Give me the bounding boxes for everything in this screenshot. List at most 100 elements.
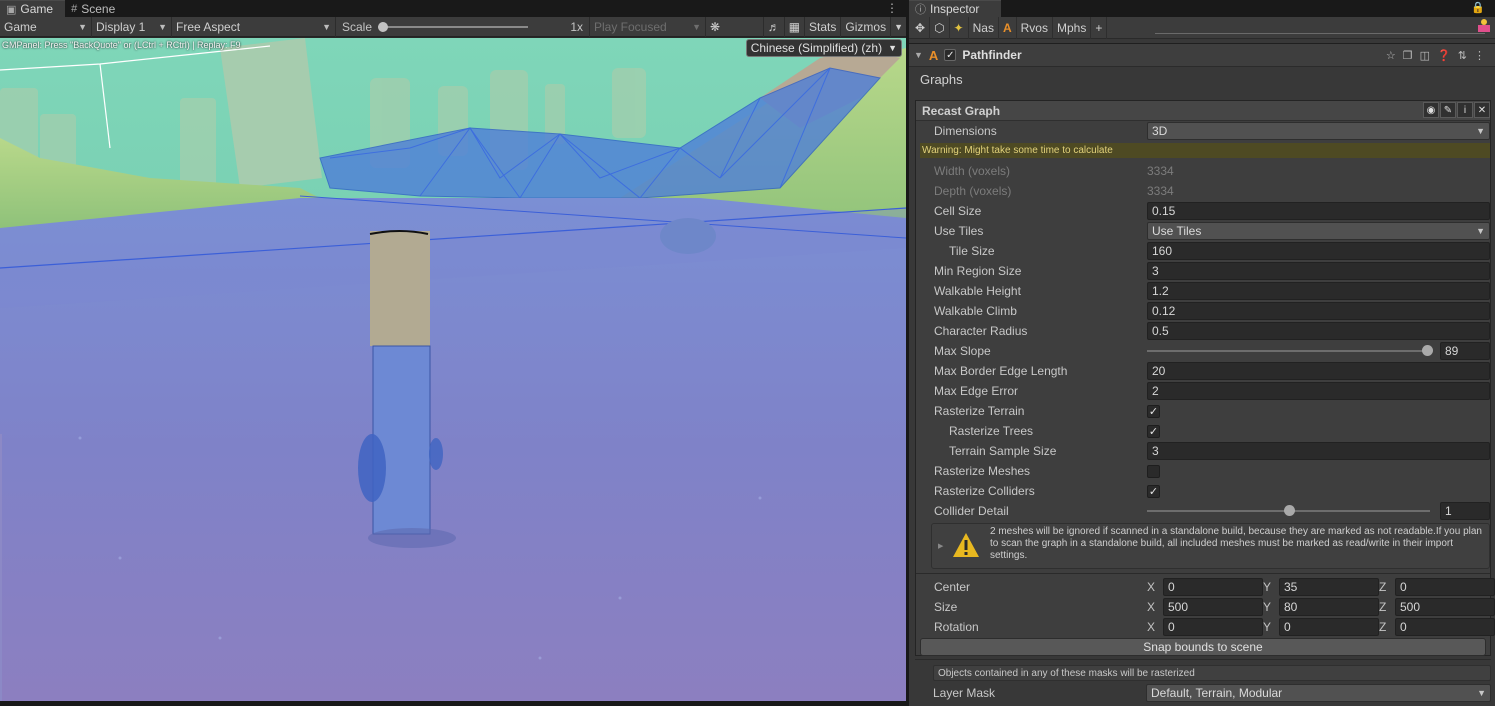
walkable-climb-field[interactable]: 0.12 bbox=[1147, 302, 1490, 320]
toolbar-divider-line bbox=[1155, 33, 1485, 34]
tab-game[interactable]: ▣ Game bbox=[0, 0, 66, 17]
rasterize-colliders-checkbox[interactable]: ✓ bbox=[1147, 484, 1160, 498]
max-border-edge-field[interactable]: 20 bbox=[1147, 362, 1490, 380]
tab-scene[interactable]: # Scene bbox=[65, 0, 127, 17]
layer-mask-row: Layer Mask Default, Terrain, Modular ▼ bbox=[915, 683, 1491, 703]
max-slope-row: Max Slope 89 bbox=[916, 341, 1490, 361]
rotation-y: Y0 bbox=[1263, 618, 1379, 636]
recast-graph-header[interactable]: Recast Graph ◉ ✎ i ✕ bbox=[916, 101, 1490, 121]
layer-mask-dropdown[interactable]: Default, Terrain, Modular ▼ bbox=[1146, 684, 1491, 702]
max-slope-slider-thumb[interactable] bbox=[1421, 345, 1433, 356]
game-viewport[interactable]: GMPanel: Press "BackQuote" or (LCtrl + R… bbox=[0, 38, 906, 701]
component-enabled-checkbox[interactable]: ✓ bbox=[944, 49, 957, 61]
game-more-menu-icon[interactable]: ⋮ bbox=[886, 1, 898, 15]
center-x-field[interactable]: 0 bbox=[1163, 578, 1263, 596]
toolbar-item-add[interactable]: + bbox=[1091, 16, 1108, 39]
rotation-z-field[interactable]: 0 bbox=[1395, 618, 1495, 636]
tab-inspector[interactable]: ⓘ Inspector bbox=[909, 0, 1002, 17]
language-dropdown[interactable]: Chinese (Simplified) (zh) ▼ bbox=[745, 39, 902, 57]
move-tool-icon[interactable]: ✥ bbox=[911, 16, 931, 39]
dimensions-dropdown[interactable]: 3D ▼ bbox=[1147, 122, 1490, 140]
copy-icon[interactable]: ❐ bbox=[1403, 49, 1413, 62]
character-radius-row: Character Radius 0.5 bbox=[916, 321, 1490, 341]
max-edge-error-field[interactable]: 2 bbox=[1147, 382, 1490, 400]
walkable-height-field[interactable]: 1.2 bbox=[1147, 282, 1490, 300]
bug-icon[interactable]: ❋ bbox=[706, 17, 724, 37]
width-voxels-row: Width (voxels) 3334 bbox=[934, 164, 1174, 178]
lock-icon[interactable]: 🔒 bbox=[1471, 1, 1485, 14]
rasterize-meshes-checkbox[interactable] bbox=[1147, 464, 1160, 478]
size-y-field[interactable]: 80 bbox=[1279, 598, 1379, 616]
stats-button[interactable]: Stats bbox=[804, 16, 840, 37]
section-separator bbox=[916, 573, 1490, 574]
keyboard-icon[interactable]: ▦ bbox=[783, 16, 804, 37]
center-x: X0 bbox=[1147, 578, 1263, 596]
tile-size-field[interactable]: 160 bbox=[1147, 242, 1490, 260]
scale-slider[interactable] bbox=[378, 21, 529, 32]
aspect-dropdown[interactable]: Free Aspect ▼ bbox=[172, 16, 336, 37]
info-icon[interactable]: i bbox=[1457, 102, 1473, 118]
audio-mute-icon[interactable]: ♬ bbox=[762, 16, 784, 37]
display-dropdown[interactable]: Display 1 ▼ bbox=[92, 16, 172, 37]
save-icon[interactable]: ◫ bbox=[1420, 49, 1430, 62]
walkable-height-row: Walkable Height 1.2 bbox=[916, 281, 1490, 301]
help-icon[interactable]: ❓ bbox=[1437, 49, 1451, 62]
astar-logo-icon[interactable]: A bbox=[999, 16, 1017, 39]
collab-badge-icon[interactable] bbox=[1477, 17, 1491, 33]
rotation-x-field[interactable]: 0 bbox=[1163, 618, 1263, 636]
center-y-field[interactable]: 35 bbox=[1279, 578, 1379, 596]
rasterize-trees-checkbox[interactable]: ✓ bbox=[1147, 424, 1160, 438]
eye-icon[interactable]: ◉ bbox=[1423, 102, 1439, 118]
toolbar-item-rvos[interactable]: Rvos bbox=[1017, 16, 1053, 39]
section-separator bbox=[915, 659, 1491, 660]
inspector-tabbar: ⓘ Inspector 🔒 bbox=[909, 0, 1495, 17]
min-region-field[interactable]: 3 bbox=[1147, 262, 1490, 280]
chevron-down-icon: ▼ bbox=[1476, 126, 1485, 136]
chevron-down-icon: ▼ bbox=[322, 21, 331, 32]
foldout-arrow-icon[interactable]: ▼ bbox=[914, 50, 923, 60]
gizmos-button[interactable]: Gizmos bbox=[840, 16, 890, 37]
inspector-toolbar: ✥ ⬡ ✦ Nas A Rvos Mphs + bbox=[909, 16, 1495, 39]
pencil-icon[interactable]: ✎ bbox=[1440, 102, 1456, 118]
max-slope-field[interactable]: 89 bbox=[1440, 342, 1490, 360]
cell-size-field[interactable]: 0.15 bbox=[1147, 202, 1490, 220]
collider-detail-slider-thumb[interactable] bbox=[1283, 505, 1295, 516]
size-x-field[interactable]: 500 bbox=[1163, 598, 1263, 616]
character-radius-field[interactable]: 0.5 bbox=[1147, 322, 1490, 340]
gizmos-dropdown-chevron-icon[interactable]: ▼ bbox=[890, 16, 906, 37]
rotation-row: Rotation X0 Y0 Z0 bbox=[916, 617, 1495, 637]
use-tiles-dropdown[interactable]: Use Tiles ▼ bbox=[1147, 222, 1490, 240]
rasterize-terrain-row: Rasterize Terrain ✓ bbox=[934, 404, 1160, 418]
chevron-down-icon: ▼ bbox=[1477, 688, 1486, 698]
max-slope-slider[interactable] bbox=[1147, 342, 1433, 360]
preset-icon[interactable]: ⇅ bbox=[1458, 49, 1467, 62]
collider-detail-slider[interactable] bbox=[1147, 502, 1430, 520]
snap-bounds-button[interactable]: Snap bounds to scene bbox=[920, 638, 1486, 656]
toolbar-item-mphs[interactable]: Mphs bbox=[1053, 16, 1092, 39]
chevron-down-icon: ▼ bbox=[692, 21, 701, 32]
collider-detail-field[interactable]: 1 bbox=[1440, 502, 1490, 520]
close-icon[interactable]: ✕ bbox=[1474, 102, 1490, 118]
rasterize-terrain-checkbox[interactable]: ✓ bbox=[1147, 404, 1160, 418]
inspector-panel: ⓘ Inspector 🔒 ✥ ⬡ ✦ Nas A Rvos Mphs + ▼ … bbox=[909, 0, 1495, 706]
scale-slider-thumb[interactable] bbox=[378, 21, 389, 32]
graph-header-icons: ◉ ✎ i ✕ bbox=[1423, 102, 1490, 118]
component-menu-icon[interactable]: ⋮ bbox=[1474, 49, 1485, 62]
view-mode-dropdown[interactable]: Game ▼ bbox=[0, 16, 92, 37]
expand-arrow-icon[interactable]: ▶ bbox=[938, 542, 943, 550]
rotation-y-field[interactable]: 0 bbox=[1279, 618, 1379, 636]
component-header-icons: ☆ ❐ ◫ ❓ ⇅ ⋮ bbox=[1386, 49, 1485, 62]
play-mode-dropdown[interactable]: Play Focused ▼ bbox=[590, 16, 706, 37]
chevron-down-icon: ▼ bbox=[1476, 226, 1485, 236]
axis-gizmo-icon[interactable]: ✦ bbox=[950, 16, 969, 39]
size-z-field[interactable]: 500 bbox=[1395, 598, 1495, 616]
max-border-edge-row: Max Border Edge Length 20 bbox=[916, 361, 1490, 381]
terrain-sample-field[interactable]: 3 bbox=[1147, 442, 1490, 460]
center-row: Center X0 Y 35 Z0 bbox=[916, 577, 1495, 597]
cube-icon[interactable]: ⬡ bbox=[930, 16, 950, 39]
center-z-field[interactable]: 0 bbox=[1395, 578, 1495, 596]
toolbar-item-nas[interactable]: Nas bbox=[969, 16, 999, 39]
game-view-panel: ▣ Game # Scene ⋮ Game ▼ Display 1 ▼ Free… bbox=[0, 0, 906, 706]
pathfinder-component-header[interactable]: ▼ A ✓ Pathfinder ☆ ❐ ◫ ❓ ⇅ ⋮ bbox=[909, 43, 1495, 67]
star-icon[interactable]: ☆ bbox=[1386, 49, 1396, 62]
